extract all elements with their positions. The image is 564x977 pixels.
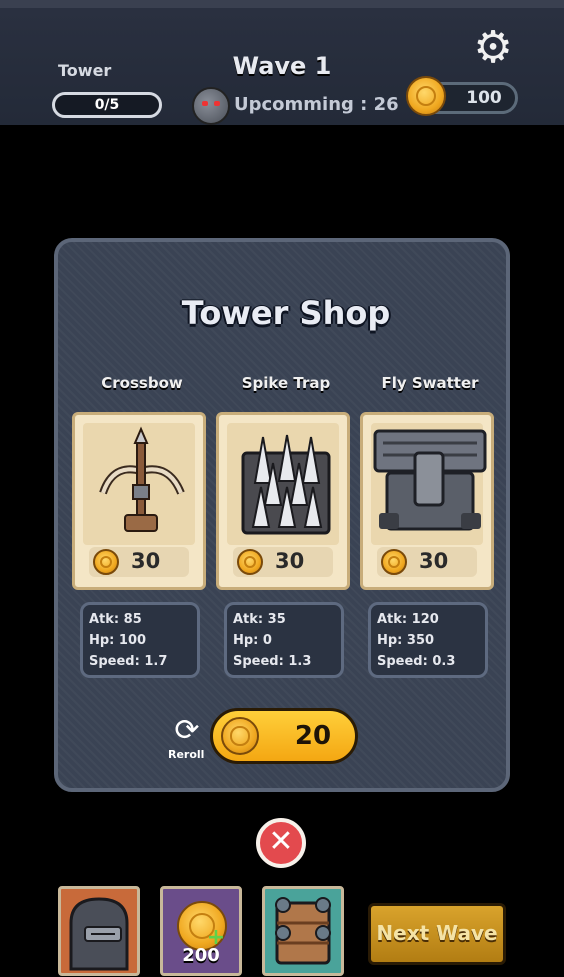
price-tag: 30 <box>89 547 189 577</box>
reroll-label: Reroll <box>168 748 205 761</box>
tower-card-crossbow[interactable]: 30 <box>72 412 206 590</box>
stat-speed: Speed: 1.3 <box>233 654 312 669</box>
upcoming-enemies: Upcomming : 26 <box>234 94 399 115</box>
price-tag: 30 <box>377 547 477 577</box>
tower-name-spike-trap: Spike Trap <box>241 374 331 392</box>
slot-hero[interactable] <box>58 886 140 976</box>
tower-price: 30 <box>131 549 161 573</box>
stat-hp: Hp: 100 <box>89 633 147 648</box>
tower-card-spike-trap[interactable]: 30 <box>216 412 350 590</box>
tower-shop-panel: Tower Shop Crossbow Spike Trap Fly Swatt… <box>54 238 510 792</box>
tower-card-fly-swatter[interactable]: 30 <box>360 412 494 590</box>
close-button[interactable]: ✕ <box>256 818 306 868</box>
reroll-cost: 20 <box>294 721 332 751</box>
tower-price: 30 <box>419 549 449 573</box>
slot-item[interactable] <box>262 886 344 976</box>
coin-icon <box>93 549 119 575</box>
stat-hp: Hp: 350 <box>377 633 435 648</box>
barrier-icon <box>275 897 331 965</box>
stat-hp: Hp: 0 <box>233 633 272 648</box>
top-hud: Tower 0/5 Wave 1 Upcomming : 26 ⚙ 100 <box>0 0 564 125</box>
coin-icon <box>406 76 446 116</box>
tower-name-crossbow: Crossbow <box>101 374 183 392</box>
coin-icon <box>381 549 407 575</box>
stat-speed: Speed: 0.3 <box>377 654 456 669</box>
zombie-icon <box>192 87 230 125</box>
slot-coin-bonus[interactable]: + 200 <box>160 886 242 976</box>
stat-speed: Speed: 1.7 <box>89 654 168 669</box>
tower-price: 30 <box>275 549 305 573</box>
tower-stats-spike-trap: Atk: 35 Hp: 0 Speed: 1.3 <box>224 602 344 678</box>
stat-atk: Atk: 35 <box>233 612 286 627</box>
knight-helmet-icon <box>69 897 129 971</box>
coin-icon <box>237 549 263 575</box>
tower-count-pill: 0/5 <box>52 92 162 118</box>
coin-balance-value: 100 <box>466 88 502 108</box>
stat-atk: Atk: 85 <box>89 612 142 627</box>
tower-stats-crossbow: Atk: 85 Hp: 100 Speed: 1.7 <box>80 602 200 678</box>
next-wave-button[interactable]: Next Wave <box>368 903 506 965</box>
shop-title: Tower Shop <box>181 294 391 332</box>
stat-atk: Atk: 120 <box>377 612 439 627</box>
gear-icon[interactable]: ⚙ <box>471 26 515 70</box>
spike-trap-icon <box>227 423 339 545</box>
tower-name-fly-swatter: Fly Swatter <box>381 374 479 392</box>
price-tag: 30 <box>233 547 333 577</box>
fly-swatter-icon <box>371 423 487 545</box>
coin-bonus-amount: 200 <box>182 945 220 966</box>
crossbow-icon <box>83 423 195 545</box>
tower-stats-fly-swatter: Atk: 120 Hp: 350 Speed: 0.3 <box>368 602 488 678</box>
refresh-icon[interactable]: ⟳ <box>172 716 202 746</box>
coin-icon <box>221 717 259 755</box>
reroll-button[interactable]: 20 <box>210 708 358 764</box>
